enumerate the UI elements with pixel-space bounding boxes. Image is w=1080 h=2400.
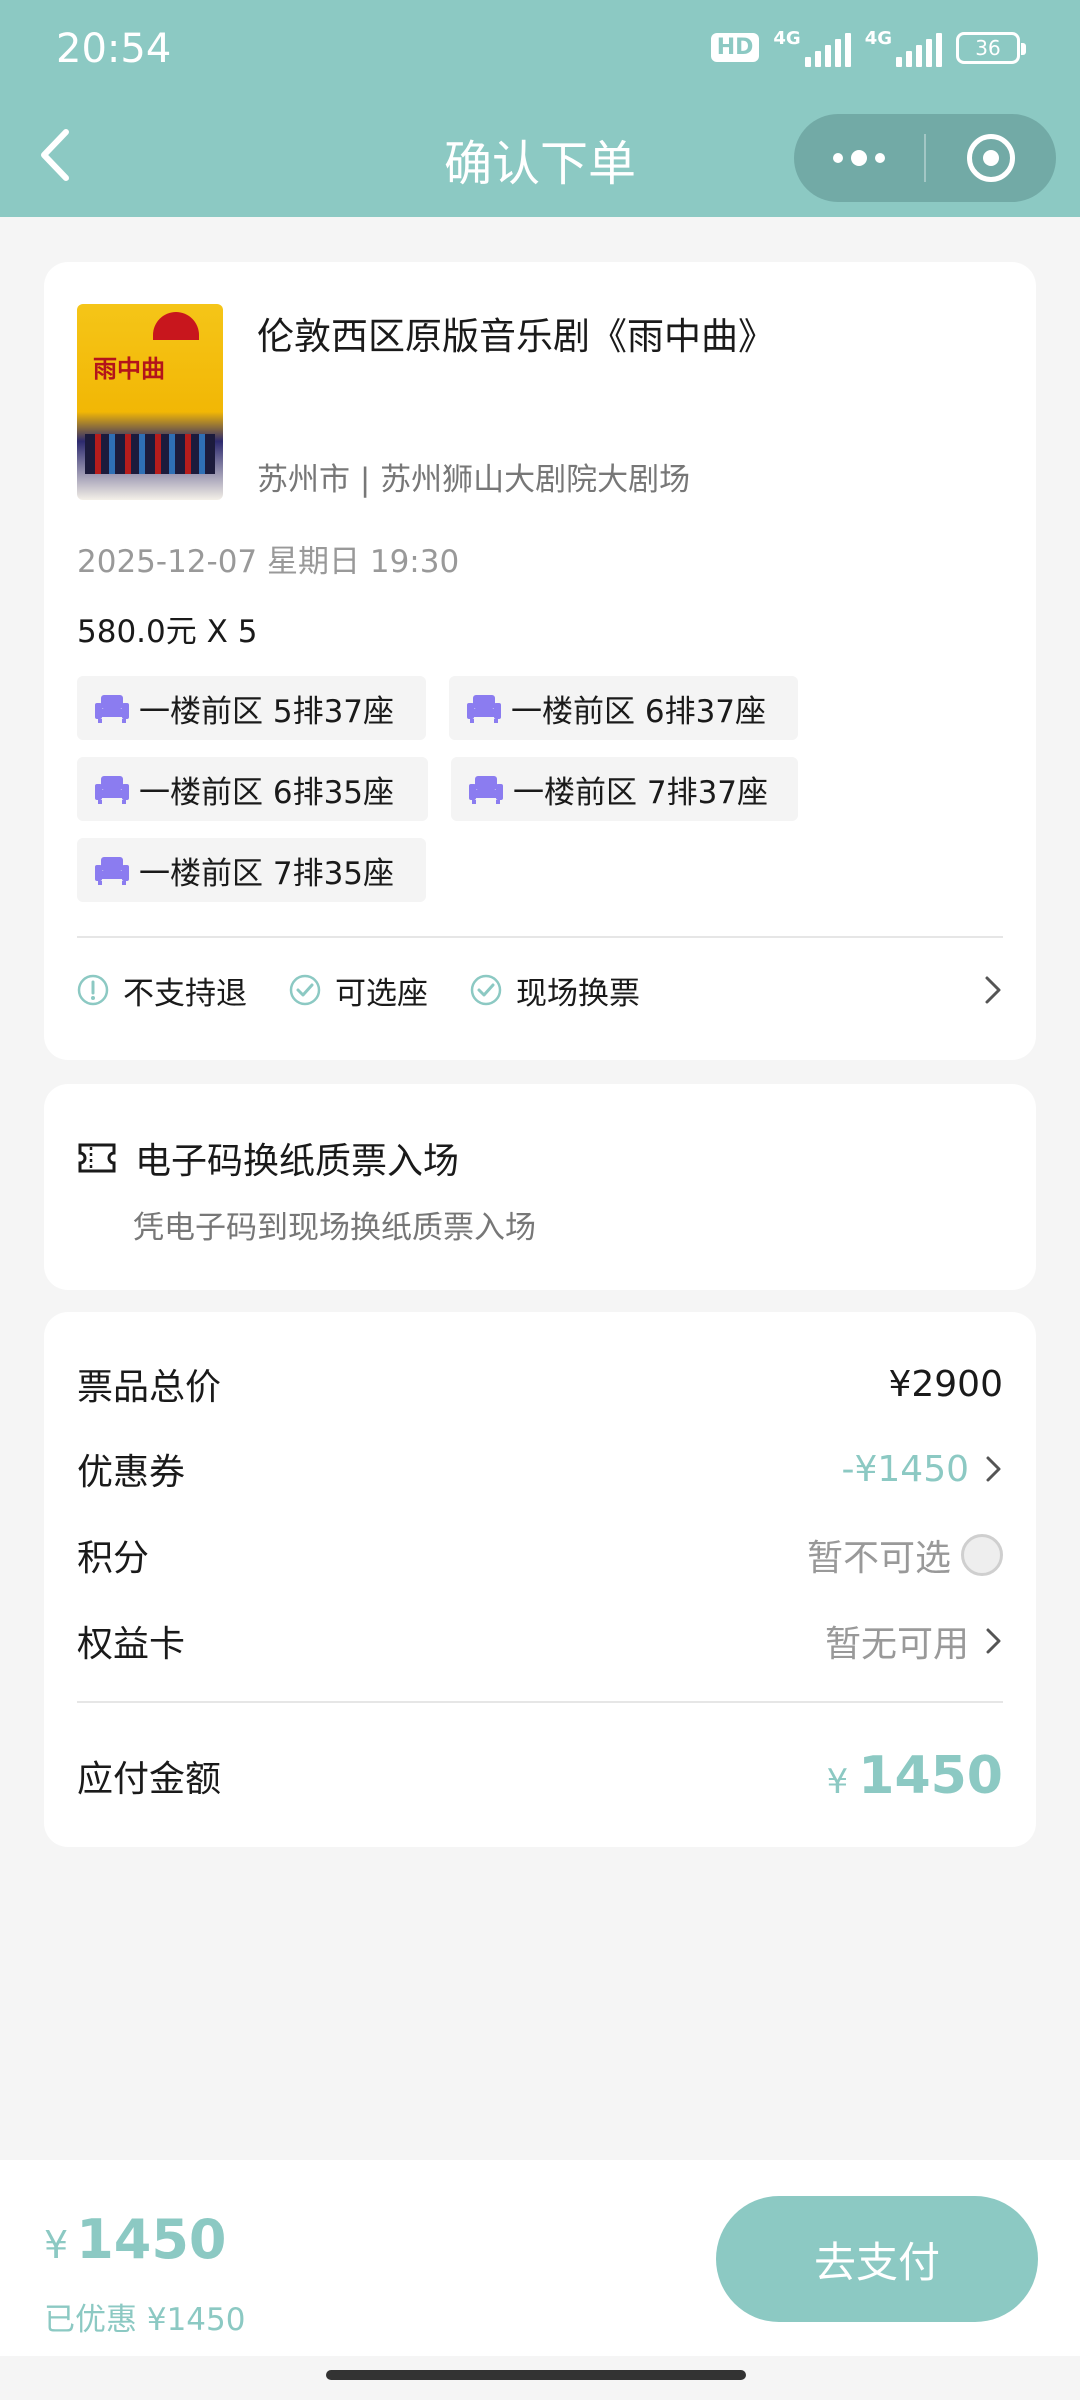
app-header: 20:54 HD 4G 4G 36 确认下单 [0, 0, 1080, 217]
coupon-label: 优惠券 [77, 1452, 186, 1493]
show-poster: 雨中曲 [77, 304, 223, 500]
price-summary-card: 票品总价 ¥2900 优惠券 -¥1450 积分 暂不可选 权益卡 暂无可用 应… [44, 1312, 1036, 1847]
policy-label: 不支持退 [123, 975, 247, 1012]
points-radio[interactable] [961, 1534, 1003, 1576]
seat-label: 一楼前区 5排37座 [139, 693, 395, 730]
seat-icon [467, 695, 501, 723]
hd-badge: HD [710, 33, 760, 62]
signal-icon-2: 4G [865, 28, 942, 67]
total-price-row: 票品总价 ¥2900 [77, 1359, 1003, 1409]
home-indicator[interactable] [326, 2370, 746, 2380]
points-value: 暂不可选 [806, 1538, 951, 1579]
umbrella-graphic [153, 312, 199, 340]
divider [77, 1701, 1003, 1703]
seat-chip: 一楼前区 7排37座 [451, 757, 798, 821]
seat-chip: 一楼前区 6排37座 [449, 676, 798, 740]
show-card: 雨中曲 伦敦西区原版音乐剧《雨中曲》 苏州市 | 苏州狮山大剧院大剧场 2025… [44, 262, 1036, 1060]
battery-icon: 36 [956, 31, 1026, 64]
status-icons: HD 4G 4G 36 [710, 28, 1026, 67]
show-title: 伦敦西区原版音乐剧《雨中曲》 [257, 315, 775, 358]
total-price-label: 票品总价 [77, 1367, 222, 1408]
show-datetime: 2025-12-07 星期日 19:30 [77, 544, 460, 580]
points-row: 积分 暂不可选 [77, 1530, 1003, 1580]
bottom-pay-bar: ¥ 1450 已优惠 ¥1450 去支付 [0, 2160, 1080, 2356]
ticket-method-subtitle: 凭电子码到现场换纸质票入场 [133, 1210, 536, 1246]
more-dots-icon[interactable] [794, 150, 924, 166]
policy-seat-select: 可选座 [289, 968, 428, 1013]
benefit-card-row[interactable]: 权益卡 暂无可用 [77, 1616, 1003, 1666]
payable-label: 应付金额 [77, 1759, 222, 1800]
points-label: 积分 [77, 1538, 150, 1579]
policy-no-refund: 不支持退 [77, 968, 247, 1013]
total-price-value: ¥2900 [888, 1363, 1003, 1405]
payable-amount: ¥ 1450 [826, 1746, 1003, 1806]
seat-label: 一楼前区 6排35座 [139, 774, 395, 811]
seat-icon [95, 857, 129, 885]
benefit-card-label: 权益卡 [77, 1624, 186, 1665]
seat-chip: 一楼前区 6排35座 [77, 757, 428, 821]
benefit-card-value: 暂无可用 [824, 1624, 969, 1665]
policy-row[interactable]: 不支持退 可选座 现场换票 [77, 962, 1003, 1018]
mini-program-capsule [794, 114, 1056, 202]
saved-amount: 已优惠 ¥1450 [44, 2302, 246, 2338]
ticket-method-card: 电子码换纸质票入场 凭电子码到现场换纸质票入场 [44, 1084, 1036, 1290]
policy-onsite-exchange: 现场换票 [470, 968, 640, 1013]
price-quantity: 580.0元 X 5 [77, 614, 258, 650]
coupon-row[interactable]: 优惠券 -¥1450 [77, 1444, 1003, 1494]
dancers-graphic [85, 434, 215, 474]
seat-chip: 一楼前区 7排35座 [77, 838, 426, 902]
chevron-right-icon [986, 1628, 1001, 1654]
seat-chip: 一楼前区 5排37座 [77, 676, 426, 740]
poster-title: 雨中曲 [93, 355, 165, 383]
pay-button[interactable]: 去支付 [716, 2196, 1038, 2322]
status-time: 20:54 [56, 26, 172, 72]
seat-label: 一楼前区 7排37座 [513, 774, 769, 811]
check-circle-icon [470, 974, 502, 1006]
seat-label: 一楼前区 7排35座 [139, 855, 395, 892]
check-circle-icon [289, 974, 321, 1006]
payable-row: 应付金额 ¥ 1450 [77, 1744, 1003, 1808]
exclamation-circle-icon [77, 974, 109, 1006]
bottom-amount: ¥ 1450 [44, 2208, 227, 2271]
target-circle-icon[interactable] [926, 134, 1056, 182]
divider [77, 936, 1003, 938]
venue-text: 苏州市 | 苏州狮山大剧院大剧场 [257, 462, 691, 498]
seat-icon [95, 695, 129, 723]
chevron-right-icon [986, 1456, 1001, 1482]
seat-icon [469, 776, 503, 804]
seat-icon [95, 776, 129, 804]
seat-label: 一楼前区 6排37座 [511, 693, 767, 730]
policy-label: 现场换票 [516, 975, 640, 1012]
ticket-method-title: 电子码换纸质票入场 [77, 1132, 459, 1184]
ticket-icon [78, 1143, 116, 1173]
signal-icon-1: 4G [773, 28, 851, 67]
coupon-value: -¥1450 [841, 1448, 969, 1490]
policy-label: 可选座 [335, 975, 428, 1012]
chevron-right-icon [985, 976, 1001, 1004]
